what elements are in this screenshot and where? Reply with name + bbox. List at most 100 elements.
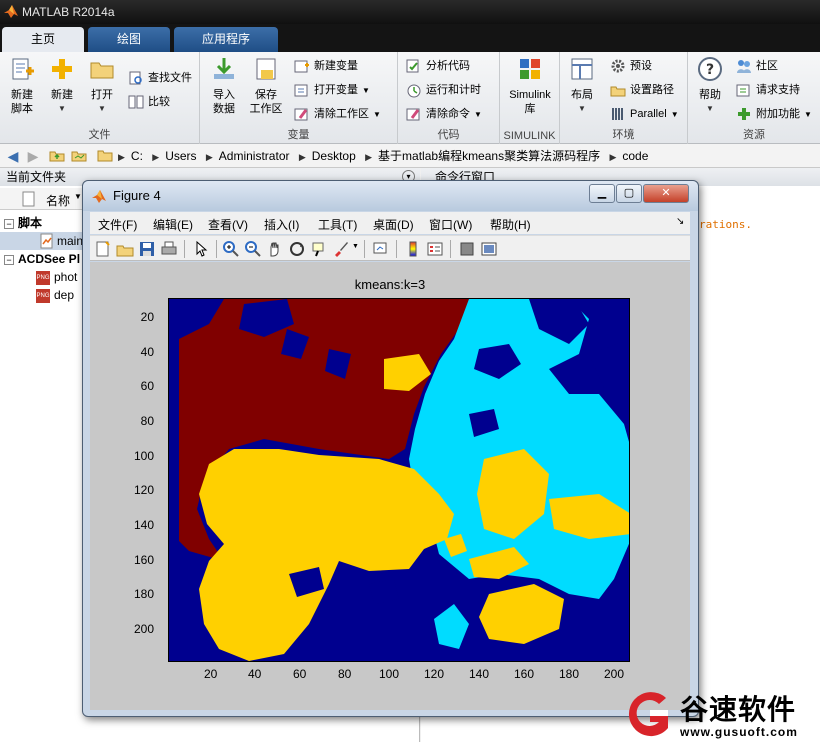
group-file: 新建 脚本 新建 ▼ 打开 ▼ 查找文件 比较 文件 xyxy=(0,52,200,144)
compare-button[interactable]: 比较 xyxy=(128,93,170,111)
menu-help[interactable]: 帮助(H) xyxy=(490,216,531,233)
breadcrumb-item[interactable]: code xyxy=(622,149,648,163)
show-plot-tools-icon[interactable] xyxy=(480,240,498,258)
sort-down-icon[interactable]: ▼ xyxy=(74,192,82,201)
browse-folder-icon[interactable] xyxy=(70,147,88,165)
x-tick-label: 160 xyxy=(514,667,535,681)
tab-plots[interactable]: 绘图 xyxy=(88,27,170,52)
simulink-label: Simulink 库 xyxy=(509,89,551,115)
breadcrumb-item[interactable]: Desktop xyxy=(312,149,356,163)
brush-icon[interactable] xyxy=(332,240,350,258)
layout-icon xyxy=(571,58,593,80)
analyze-code-button[interactable]: 分析代码 xyxy=(406,57,470,75)
x-tick-label: 40 xyxy=(248,667,262,681)
collapse-icon[interactable]: − xyxy=(4,255,14,265)
breadcrumb-item[interactable]: 基于matlab编程kmeans聚类算法源码程序 xyxy=(378,149,600,163)
breadcrumb-item[interactable]: Administrator xyxy=(219,149,290,163)
simulink-library-button[interactable]: Simulink 库 xyxy=(508,56,552,116)
watermark-url: www.gusuoft.com xyxy=(680,725,798,739)
group-file-label: 文件 xyxy=(88,129,111,141)
breadcrumb-item[interactable]: C: xyxy=(131,149,143,163)
x-tick-label: 60 xyxy=(293,667,307,681)
group-variable-label: 变量 xyxy=(287,129,310,141)
image-axes[interactable] xyxy=(168,298,630,662)
up-folder-icon[interactable] xyxy=(48,147,66,165)
set-path-button[interactable]: 设置路径 xyxy=(610,81,674,99)
maximize-button[interactable]: ▢ xyxy=(616,184,642,203)
preferences-label: 预设 xyxy=(630,60,652,72)
toolbar-divider xyxy=(450,240,451,258)
zoom-in-icon[interactable] xyxy=(222,240,240,258)
parallel-button[interactable]: Parallel ▼ xyxy=(610,105,679,123)
import-data-button[interactable]: 导入 数据 xyxy=(202,56,246,116)
new-button[interactable]: 新建 ▼ xyxy=(40,56,84,116)
menu-file[interactable]: 文件(F) xyxy=(98,216,137,233)
y-tick-label: 140 xyxy=(133,518,154,532)
group-acdsee-label: ACDSee Pl xyxy=(18,252,81,266)
y-tick-label: 160 xyxy=(133,553,154,567)
collapse-icon[interactable]: − xyxy=(4,219,14,229)
menu-edit[interactable]: 编辑(E) xyxy=(153,216,193,233)
figure-window[interactable]: Figure 4 ▁ ▢ ✕ 文件(F) 编辑(E) 查看(V) 插入(I) 工… xyxy=(82,180,699,717)
group-environment: 布局 ▼ 预设 设置路径 Parallel ▼ 环境 xyxy=(560,52,688,144)
tab-apps[interactable]: 应用程序 xyxy=(174,27,278,52)
save-workspace-button[interactable]: 保存 工作区 xyxy=(244,56,288,116)
close-button[interactable]: ✕ xyxy=(643,184,689,203)
help-button[interactable]: ? 帮助 ▼ xyxy=(688,56,732,116)
layout-button[interactable]: 布局 ▼ xyxy=(560,56,604,116)
figure-title-bar[interactable]: Figure 4 ▁ ▢ ✕ xyxy=(83,181,698,211)
clear-workspace-button[interactable]: 清除工作区 ▼ xyxy=(294,105,381,123)
parallel-icon xyxy=(612,108,623,120)
pointer-icon[interactable] xyxy=(192,240,210,258)
minimize-button[interactable]: ▁ xyxy=(589,184,615,203)
open-button[interactable]: 打开 ▼ xyxy=(80,56,124,116)
run-and-time-button[interactable]: 运行和计时 xyxy=(406,81,481,99)
breadcrumb[interactable]: ▶ C: ▶ Users ▶ Administrator ▶ Desktop ▶ 基于ma… xyxy=(118,147,654,165)
tree-group-scripts[interactable]: − 脚本 xyxy=(4,214,42,231)
clear-commands-button[interactable]: 清除命令 ▼ xyxy=(406,105,482,123)
new-variable-button[interactable]: 新建变量 xyxy=(294,57,358,75)
menu-insert[interactable]: 插入(I) xyxy=(264,216,299,233)
community-button[interactable]: 社区 xyxy=(736,57,778,75)
breadcrumb-item[interactable]: Users xyxy=(165,149,196,163)
chevron-down-icon[interactable]: ▼ xyxy=(352,243,359,250)
rotate-3d-icon[interactable] xyxy=(288,240,306,258)
save-icon[interactable] xyxy=(138,240,156,258)
request-support-button[interactable]: 请求支持 xyxy=(736,81,800,99)
png-file-icon: PNG xyxy=(36,288,50,303)
new-script-button[interactable]: 新建 脚本 xyxy=(0,56,44,116)
list-item[interactable]: PNG dep xyxy=(36,288,74,303)
zoom-out-icon[interactable] xyxy=(244,240,262,258)
colorbar-icon[interactable] xyxy=(404,240,422,258)
legend-icon[interactable] xyxy=(426,240,444,258)
data-cursor-icon[interactable] xyxy=(310,240,328,258)
svg-text:?: ? xyxy=(706,62,714,78)
menu-tools[interactable]: 工具(T) xyxy=(318,216,357,233)
menu-view[interactable]: 查看(V) xyxy=(208,216,248,233)
open-variable-button[interactable]: 打开变量 ▼ xyxy=(294,81,370,99)
hide-plot-tools-icon[interactable] xyxy=(458,240,476,258)
menu-desktop[interactable]: 桌面(D) xyxy=(373,216,414,233)
open-file-icon[interactable] xyxy=(116,240,134,258)
add-ons-button[interactable]: 附加功能 ▼ xyxy=(736,105,812,123)
png-file-icon: PNG xyxy=(36,270,50,285)
preferences-button[interactable]: 预设 xyxy=(610,57,652,75)
forward-arrow-icon[interactable]: ▶ xyxy=(24,147,42,165)
back-arrow-icon[interactable]: ◀ xyxy=(4,147,22,165)
help-label: 帮助 xyxy=(699,89,721,101)
new-figure-icon[interactable] xyxy=(94,240,112,258)
dock-arrow-icon[interactable]: ↘ xyxy=(676,216,684,227)
menu-window[interactable]: 窗口(W) xyxy=(429,216,472,233)
y-tick-label: 200 xyxy=(133,622,154,636)
request-support-icon xyxy=(736,84,750,97)
find-files-button[interactable]: 查找文件 xyxy=(128,69,192,87)
app-title: MATLAB R2014a xyxy=(22,5,115,19)
list-item[interactable]: main xyxy=(0,232,90,250)
link-plot-icon[interactable] xyxy=(372,240,390,258)
tab-home[interactable]: 主页 xyxy=(2,27,84,52)
list-item[interactable]: PNG phot xyxy=(36,270,77,285)
pan-hand-icon[interactable] xyxy=(266,240,284,258)
column-name-header[interactable]: 名称 xyxy=(46,192,70,209)
tree-group-acdsee[interactable]: − ACDSee Pl xyxy=(4,252,80,266)
print-icon[interactable] xyxy=(160,240,178,258)
